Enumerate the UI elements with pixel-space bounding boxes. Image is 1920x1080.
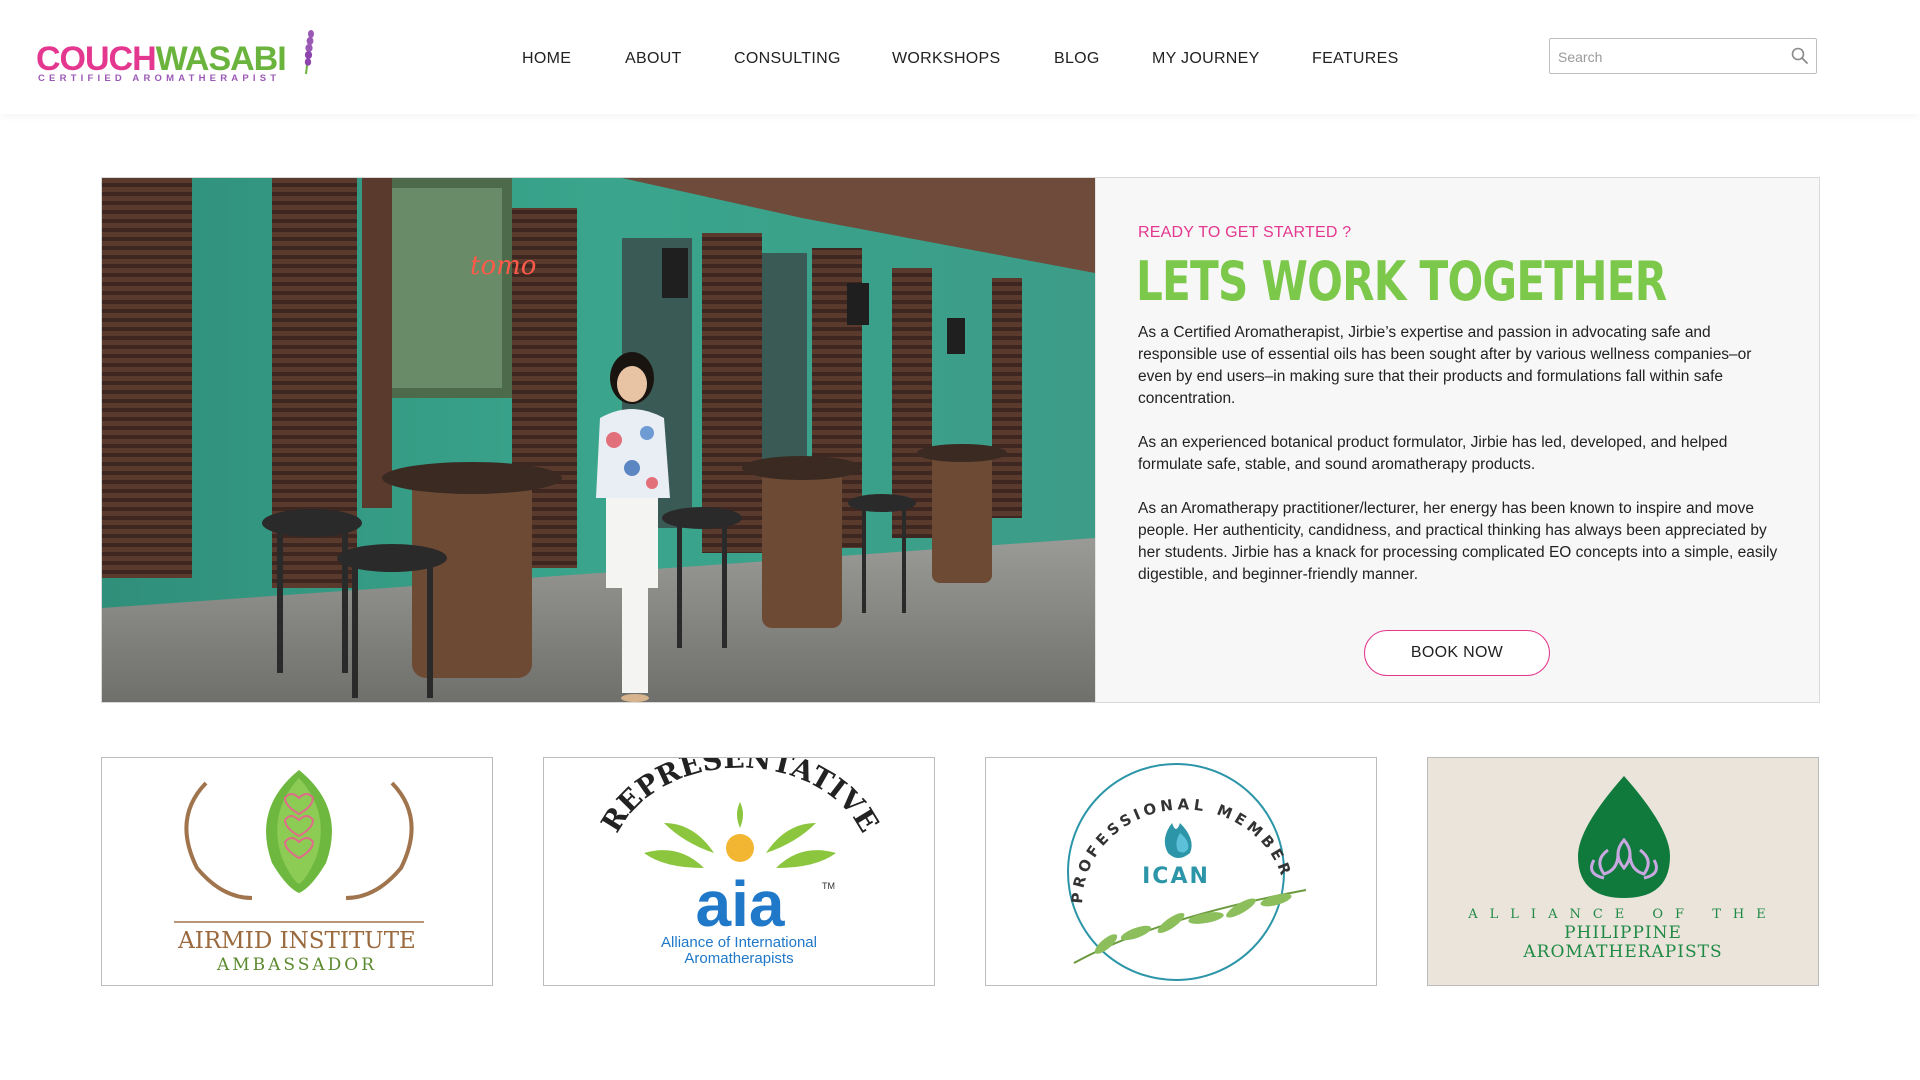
hero-eyebrow: READY TO GET STARTED ? <box>1138 224 1352 241</box>
logo-tagline: CERTIFIED AROMATHERAPIST <box>38 73 281 84</box>
nav-about[interactable]: ABOUT <box>625 50 682 68</box>
badge-aia[interactable]: REPRESENTATIVE aia TM Alliance of Intern… <box>543 757 935 986</box>
badge-alliance-philippine-aromatherapists[interactable]: ALLIANCE OF THE PHILIPPINE AROMATHERAPIS… <box>1427 757 1819 986</box>
airmid-line1: AIRMID INSTITUTE <box>178 928 416 954</box>
hero-photo: tomo <box>102 178 1095 702</box>
hero-paragraph-lecturer: As an Aromatherapy practitioner/lecturer… <box>1138 500 1778 583</box>
badge-airmid-institute[interactable]: AIRMID INSTITUTE AMBASSADOR <box>101 757 493 986</box>
apa-line3: AROMATHERAPISTS <box>1523 942 1723 962</box>
logo-wordmark: COUCHWASABI <box>36 42 287 76</box>
hero-paragraph-formulator: As an experienced botanical product form… <box>1138 434 1728 473</box>
ican-professional-member-logo: PROFESSIONAL MEMBER ICAN <box>1067 763 1307 981</box>
aia-trademark: TM <box>822 881 835 891</box>
nav-consulting[interactable]: CONSULTING <box>734 50 841 68</box>
aia-line1: Alliance of International <box>661 934 817 951</box>
badge-ican[interactable]: PROFESSIONAL MEMBER ICAN <box>985 757 1377 986</box>
aia-line2: Aromatherapists <box>684 950 794 967</box>
nav-features[interactable]: FEATURES <box>1312 50 1399 68</box>
apa-line2: PHILIPPINE <box>1564 923 1682 943</box>
search-icon[interactable] <box>1790 46 1810 66</box>
site-header: COUCHWASABI CERTIFIED AROMATHERAPIST HOM… <box>0 0 1920 114</box>
hero-headline: LETS WORK TOGETHER <box>1136 250 1667 313</box>
nav-workshops[interactable]: WORKSHOPS <box>892 50 1001 68</box>
lavender-sprig-icon <box>304 30 314 75</box>
work-together-section: tomo READY TO GET STARTED ? LETS WORK TO… <box>101 177 1820 703</box>
aia-mark-text: aia <box>696 868 785 940</box>
hero-paragraph-expertise: As a Certified Aromatherapist, Jirbie’s … <box>1138 324 1752 407</box>
book-now-button[interactable]: BOOK NOW <box>1364 630 1550 676</box>
nav-blog[interactable]: BLOG <box>1054 50 1100 68</box>
svg-text:tomo: tomo <box>470 251 536 281</box>
apa-line1: ALLIANCE OF THE <box>1468 907 1778 922</box>
ican-mark-text: ICAN <box>1142 864 1210 889</box>
search-box <box>1549 38 1817 74</box>
hero-text-panel: READY TO GET STARTED ? LETS WORK TOGETHE… <box>1095 178 1819 702</box>
nav-my-journey[interactable]: MY JOURNEY <box>1152 50 1260 68</box>
search-input[interactable] <box>1558 47 1778 67</box>
nav-home[interactable]: HOME <box>522 50 571 68</box>
site-logo[interactable]: COUCHWASABI CERTIFIED AROMATHERAPIST <box>36 26 318 86</box>
airmid-line2: AMBASSADOR <box>216 955 378 975</box>
